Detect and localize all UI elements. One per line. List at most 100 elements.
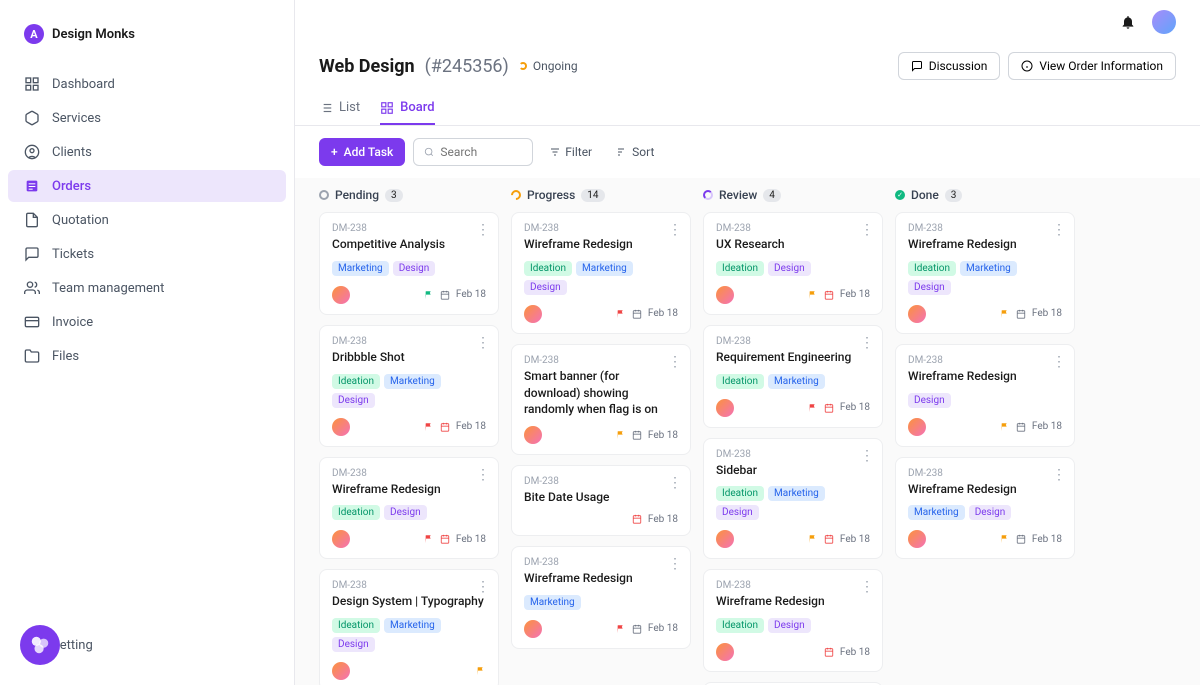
more-icon[interactable]: ⋮ [860,580,874,594]
nav-item-services[interactable]: Services [8,102,286,134]
search-input-wrapper[interactable] [413,138,533,166]
tag-design: Design [908,280,951,295]
assignee-avatar[interactable] [524,426,542,444]
user-avatar[interactable] [1152,10,1176,34]
nav-label: Quotation [52,213,109,228]
task-card[interactable]: ⋮ DM-238 Smart banner (for download) sho… [511,344,691,455]
more-icon[interactable]: ⋮ [668,557,682,571]
task-card[interactable]: ⋮ DM-238 Wireframe Redesign IdeationMark… [895,212,1075,334]
card-meta: Feb 18 [1000,534,1062,545]
task-card[interactable]: ⋮ DM-238 Wireframe Redesign IdeationMark… [511,212,691,334]
assignee-avatar[interactable] [716,399,734,417]
tab-label: Board [400,100,434,115]
task-card[interactable]: ⋮ DM-238 Wireframe Redesign IdeationDesi… [703,569,883,672]
more-icon[interactable]: ⋮ [476,336,490,350]
assignee-avatar[interactable] [332,662,350,680]
card-id: DM-238 [332,468,486,479]
more-icon[interactable]: ⋮ [668,223,682,237]
assignee-avatar[interactable] [332,530,350,548]
sidebar: A Design Monks DashboardServicesClientsO… [0,0,295,685]
flag-icon [1000,309,1010,319]
more-icon[interactable]: ⋮ [860,223,874,237]
calendar-icon [1016,534,1026,544]
add-task-button[interactable]: + Add Task [319,138,405,166]
assignee-avatar[interactable] [332,418,350,436]
brand-logo[interactable]: A Design Monks [0,24,294,68]
task-card[interactable]: ⋮ DM-238 Wireframe Redesign Design Feb 1… [895,344,1075,447]
task-card[interactable]: ⋮ DM-238 Wireframe Redesign MarketingDes… [895,457,1075,560]
assignee-avatar[interactable] [908,418,926,436]
view-tabs: List Board [319,92,1176,125]
more-icon[interactable]: ⋮ [1052,223,1066,237]
invoice-icon [24,314,40,330]
task-card[interactable]: ⋮ DM-238 UX Research IdeationDesign Feb … [703,212,883,315]
card-title: Dribbble Shot [332,349,486,366]
assignee-avatar[interactable] [332,286,350,304]
tab-list[interactable]: List [319,92,360,125]
tag-design: Design [716,505,759,520]
more-icon[interactable]: ⋮ [1052,468,1066,482]
more-icon[interactable]: ⋮ [860,336,874,350]
sort-button[interactable]: Sort [608,139,662,165]
assignee-avatar[interactable] [908,305,926,323]
nav-item-dashboard[interactable]: Dashboard [8,68,286,100]
bell-icon[interactable] [1120,14,1136,30]
more-icon[interactable]: ⋮ [476,468,490,482]
tag-design: Design [768,618,811,633]
task-card[interactable]: ⋮ DM-238 Sidebar IdeationMarketingDesign… [703,438,883,560]
nav-item-orders[interactable]: Orders [8,170,286,202]
fab-button[interactable] [20,625,60,665]
assignee-avatar[interactable] [716,286,734,304]
column-header: Review 4 [703,178,883,212]
card-id: DM-238 [524,223,678,234]
discussion-button[interactable]: Discussion [898,52,1001,80]
card-id: DM-238 [332,580,486,591]
card-meta: Feb 18 [1000,421,1062,432]
nav-item-quotation[interactable]: Quotation [8,204,286,236]
task-card[interactable]: ⋮ DM-238 Wireframe Redesign Marketing Fe… [511,546,691,649]
task-card[interactable]: ⋮ DM-238 Requirement Engineering Ideatio… [703,325,883,428]
task-card[interactable]: ⋮ DM-238 Wireframe Redesign IdeationDesi… [319,457,499,560]
assignee-avatar[interactable] [716,643,734,661]
filter-button[interactable]: Filter [541,139,600,165]
flag-icon [616,309,626,319]
nav-item-clients[interactable]: Clients [8,136,286,168]
tag-marketing: Marketing [576,261,633,276]
more-icon[interactable]: ⋮ [476,580,490,594]
board-scroll[interactable]: Pending 3 ⋮ DM-238 Competitive Analysis … [295,178,1200,685]
card-title: UX Research [716,236,870,253]
nav-item-invoice[interactable]: Invoice [8,306,286,338]
flag-icon [424,422,434,432]
more-icon[interactable]: ⋮ [668,476,682,490]
more-icon[interactable]: ⋮ [668,355,682,369]
card-meta: Feb 18 [616,623,678,634]
card-id: DM-238 [332,336,486,347]
task-card[interactable]: ⋮ DM-238 Competitive Analysis MarketingD… [319,212,499,315]
card-meta: Feb 18 [824,647,870,658]
card-meta: Feb 18 [632,514,678,525]
logo-icon: A [24,24,44,44]
tab-board[interactable]: Board [380,92,434,125]
card-meta: Feb 18 [1000,308,1062,319]
more-icon[interactable]: ⋮ [1052,355,1066,369]
more-icon[interactable]: ⋮ [476,223,490,237]
nav-label: Tickets [52,247,94,262]
task-card[interactable]: ⋮ DM-238 Dribbble Shot IdeationMarketing… [319,325,499,447]
assignee-avatar[interactable] [908,530,926,548]
task-card[interactable]: ⋮ DM-238 Design System | Typography Idea… [319,569,499,685]
task-card[interactable]: ⋮ DM-238 Bite Date Usage Feb 18 [511,465,691,536]
nav-item-files[interactable]: Files [8,340,286,372]
nav-item-team[interactable]: Team management [8,272,286,304]
nav-item-tickets[interactable]: Tickets [8,238,286,270]
search-input[interactable] [440,145,522,159]
list-icon [319,101,333,115]
page-header: Web Design (#245356) Ongoing Discussion … [295,44,1200,126]
pending-status-icon [319,190,329,200]
assignee-avatar[interactable] [524,620,542,638]
assignee-avatar[interactable] [524,305,542,323]
more-icon[interactable]: ⋮ [860,449,874,463]
assignee-avatar[interactable] [716,530,734,548]
card-title: Design System | Typography [332,593,486,610]
view-info-button[interactable]: View Order Information [1008,52,1176,80]
card-tags: Marketing [524,595,678,610]
